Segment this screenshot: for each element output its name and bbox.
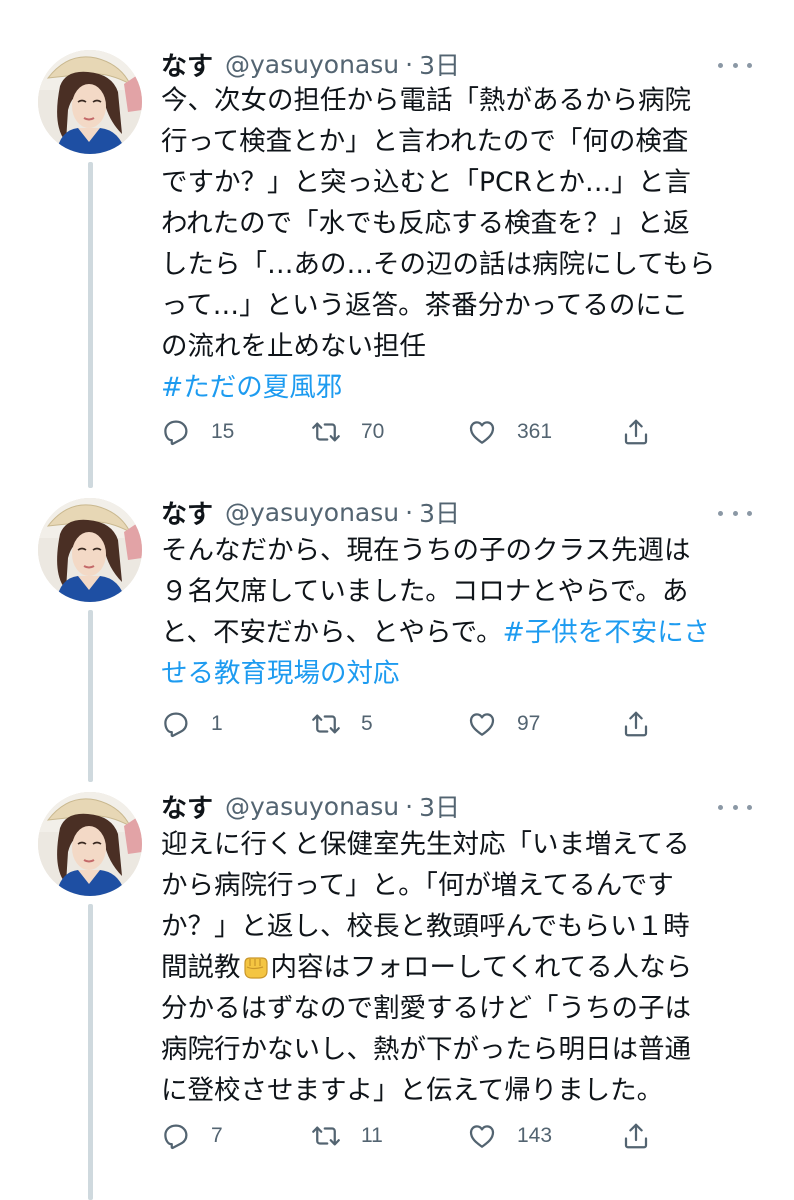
text-line: われたので「水でも反応する検査を？」と返	[161, 208, 690, 239]
text-segment: と、不安だから、とやらで。	[161, 617, 503, 648]
like-icon	[467, 1121, 497, 1151]
share-icon	[621, 1121, 651, 1151]
text-line: したら「…あの…その辺の話は病院にしてもら	[161, 249, 716, 280]
text-line: 行って検査とか」と言われたので「何の検査	[161, 126, 689, 157]
display-name[interactable]: なす	[161, 46, 213, 83]
more-icon[interactable]	[718, 53, 752, 77]
retweet-count: 5	[361, 712, 373, 735]
like-count: 143	[517, 1124, 553, 1147]
separator: ·	[405, 497, 414, 527]
text-line: ですか？」と突っ込むと「PCRとか…」と言	[161, 167, 691, 198]
retweet-button[interactable]: 5	[311, 704, 373, 744]
share-button[interactable]	[621, 1116, 651, 1156]
text-line: 間説教 内容はフォローしてくれてる人なら	[161, 947, 761, 988]
like-count: 97	[517, 712, 541, 735]
reply-button[interactable]: 7	[161, 1116, 223, 1156]
reply-icon	[161, 1121, 191, 1151]
text-line: ９名欠席していました。コロナとやらで。あ	[161, 576, 689, 607]
like-button[interactable]: 361	[467, 412, 552, 452]
like-icon	[467, 709, 497, 739]
avatar[interactable]	[38, 50, 142, 154]
retweet-icon	[311, 709, 341, 739]
timestamp[interactable]: 3日	[419, 788, 460, 824]
like-count: 361	[517, 420, 553, 443]
reply-count: 15	[211, 420, 235, 443]
tweet-text: 今、次女の担任から電話「熱があるから病院 行って検査とか」と言われたので「何の検…	[161, 80, 761, 408]
reply-icon	[161, 709, 191, 739]
user-handle[interactable]: @yasuyonasu	[225, 50, 399, 79]
user-handle[interactable]: @yasuyonasu	[225, 498, 399, 527]
avatar-image	[38, 50, 142, 154]
text-line: から病院行って」と。「何が増えてるんです	[161, 870, 674, 901]
user-handle[interactable]: @yasuyonasu	[225, 792, 399, 821]
reply-count: 7	[211, 1124, 223, 1147]
text-line: 迎えに行くと保健室先生対応「いま増えてる	[161, 829, 690, 860]
avatar[interactable]	[38, 498, 142, 602]
hashtag-link-continued[interactable]: せる教育現場の対応	[161, 653, 761, 694]
tweet-header: なす @yasuyonasu · 3日	[161, 46, 460, 82]
retweet-icon	[311, 417, 341, 447]
avatar[interactable]	[38, 792, 142, 896]
hashtag-link[interactable]: #子供を不安にさ	[503, 617, 710, 648]
more-icon[interactable]	[718, 501, 752, 525]
avatar-image	[38, 792, 142, 896]
separator: ·	[405, 791, 414, 821]
timestamp[interactable]: 3日	[419, 494, 460, 530]
display-name[interactable]: なす	[161, 494, 213, 531]
retweet-count: 11	[361, 1124, 383, 1147]
text-line: 分かるはずなので割愛するけど「うちの子は	[161, 993, 691, 1024]
reply-count: 1	[211, 712, 223, 735]
reply-button[interactable]: 1	[161, 704, 223, 744]
text-line: の流れを止めない担任	[161, 331, 426, 362]
retweet-icon	[311, 1121, 341, 1151]
like-button[interactable]: 97	[467, 704, 540, 744]
retweet-count: 70	[361, 420, 385, 443]
text-line: 今、次女の担任から電話「熱があるから病院	[161, 85, 691, 116]
thread-line	[88, 904, 93, 1200]
retweet-button[interactable]: 11	[311, 1116, 383, 1156]
hashtag-link[interactable]: #ただの夏風邪	[161, 367, 761, 408]
share-icon	[621, 417, 651, 447]
separator: ·	[405, 49, 414, 79]
share-button[interactable]	[621, 704, 651, 744]
tweet-text: そんなだから、現在うちの子のクラス先週は ９名欠席していました。コロナとやらで。…	[161, 530, 761, 694]
text-segment: 内容はフォローしてくれてる人なら	[270, 952, 693, 983]
share-icon	[621, 709, 651, 739]
tweet-text: 迎えに行くと保健室先生対応「いま増えてる から病院行って」と。「何が増えてるんで…	[161, 824, 761, 1111]
avatar-image	[38, 498, 142, 602]
timestamp[interactable]: 3日	[419, 46, 460, 82]
text-line: と、不安だから、とやらで。#子供を不安にさ	[161, 612, 761, 653]
display-name[interactable]: なす	[161, 788, 213, 825]
like-button[interactable]: 143	[467, 1116, 552, 1156]
thread-line	[88, 162, 93, 488]
text-line: か？」と返し、校長と教頭呼んでもらい１時	[161, 911, 690, 942]
share-button[interactable]	[621, 412, 651, 452]
like-icon	[467, 417, 497, 447]
text-line: に登校させますよ」と伝えて帰りました。	[161, 1075, 664, 1106]
thread-line	[88, 610, 93, 782]
text-line: そんなだから、現在うちの子のクラス先週は	[161, 535, 691, 566]
tweet-header: なす @yasuyonasu · 3日	[161, 494, 460, 530]
text-line: 病院行かないし、熱が下がったら明日は普通	[161, 1034, 691, 1065]
fist-emoji-icon	[241, 953, 271, 981]
reply-icon	[161, 417, 191, 447]
more-icon[interactable]	[718, 795, 752, 819]
retweet-button[interactable]: 70	[311, 412, 384, 452]
tweet-header: なす @yasuyonasu · 3日	[161, 788, 460, 824]
text-line: って…」という返答。茶番分かってるのにこ	[161, 290, 688, 321]
text-segment: 間説教	[161, 952, 241, 983]
reply-button[interactable]: 15	[161, 412, 234, 452]
